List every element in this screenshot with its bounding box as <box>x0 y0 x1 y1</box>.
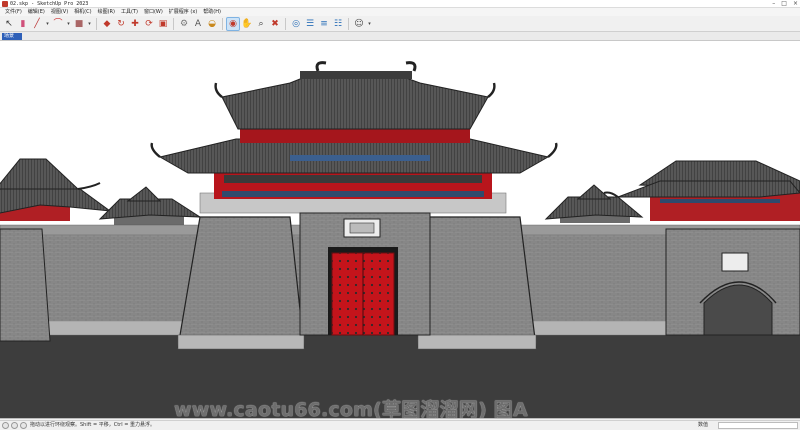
pencil-icon[interactable]: ╱ <box>31 18 43 30</box>
geo-location-icon[interactable] <box>2 422 9 429</box>
help-icon[interactable] <box>20 422 27 429</box>
sketchup-logo-icon <box>2 1 8 7</box>
text-icon[interactable]: A <box>192 18 204 30</box>
menu-draw[interactable]: 绘图(R) <box>95 8 118 16</box>
offset-icon[interactable]: ▣ <box>157 18 169 30</box>
close-icon[interactable]: × <box>793 0 798 8</box>
account-icon[interactable]: ☺ <box>353 18 365 30</box>
zoom-icon[interactable]: ⌕ <box>255 18 267 30</box>
menu-tools[interactable]: 工具(T) <box>118 8 141 16</box>
account-dropdown-icon[interactable]: ▾ <box>367 18 372 30</box>
title-bar: 02.skp - SketchUp Pro 2023 – □ × <box>0 0 800 8</box>
pencil-dropdown-icon[interactable]: ▾ <box>45 18 50 30</box>
left-corner-pavilion <box>0 158 112 221</box>
menu-edit[interactable]: 编辑(E) <box>25 8 48 16</box>
status-bar: 拖动以进行环绕观察。Shift = 平移，Ctrl = 重力悬浮。 数值 <box>0 420 800 430</box>
toolbar-separator <box>96 17 97 30</box>
watermark-text: www.caotu66.com(草图溜溜网) 图A <box>174 399 528 419</box>
rotate-icon[interactable]: ⟳ <box>143 18 155 30</box>
window-controls: – □ × <box>772 0 798 8</box>
sketchup-window: 02.skp - SketchUp Pro 2023 – □ × 文件(F) 编… <box>0 0 800 430</box>
toolbar-separator <box>285 17 286 30</box>
select-icon[interactable]: ↖ <box>3 18 15 30</box>
left-tower <box>98 186 202 225</box>
menu-help[interactable]: 帮助(H) <box>200 8 224 16</box>
tape-measure-icon[interactable]: ⚙ <box>178 18 190 30</box>
extension-manager-icon[interactable]: ☷ <box>332 18 344 30</box>
window-title: 02.skp - SketchUp Pro 2023 <box>10 1 89 7</box>
arc-icon[interactable]: ⌒ <box>52 18 64 30</box>
paint-bucket-icon[interactable]: ◒ <box>206 18 218 30</box>
left-end-bastion <box>0 228 51 342</box>
3d-warehouse-icon[interactable]: ◎ <box>290 18 302 30</box>
toolbar-separator <box>348 17 349 30</box>
menu-window[interactable]: 窗口(W) <box>141 8 166 16</box>
orbit-icon[interactable]: ◉ <box>226 16 240 31</box>
drawing-viewport[interactable]: www.caotu66.com(草图溜溜网) 图A <box>0 41 800 419</box>
main-toolbar: ↖ ▮ ╱ ▾ ⌒ ▾ ■ ▾ ◆ ↻ ✚ ⟳ ▣ ⚙ A ◒ ◉ ✋ ⌕ ✖ … <box>0 16 800 32</box>
layout-icon[interactable]: ≡ <box>318 18 330 30</box>
rectangle-icon[interactable]: ■ <box>73 18 85 30</box>
measurements-label: 数值 <box>698 422 709 428</box>
menu-camera[interactable]: 相机(C) <box>71 8 94 16</box>
palace-gate-model <box>0 61 800 418</box>
menu-view[interactable]: 视图(V) <box>48 8 71 16</box>
toolbar-separator <box>222 17 223 30</box>
zoom-extents-icon[interactable]: ✖ <box>269 18 281 30</box>
right-bastion <box>417 216 537 348</box>
push-pull-icon[interactable]: ◆ <box>101 18 113 30</box>
minimize-icon[interactable]: – <box>772 0 775 8</box>
menu-extensions[interactable]: 扩展程序 (x) <box>166 8 200 16</box>
status-icons <box>2 422 27 429</box>
extension-warehouse-icon[interactable]: ☰ <box>304 18 316 30</box>
credits-icon[interactable] <box>11 422 18 429</box>
rectangle-dropdown-icon[interactable]: ▾ <box>87 18 92 30</box>
maximize-icon[interactable]: □ <box>781 0 787 8</box>
right-side-arch <box>665 228 800 336</box>
left-bastion <box>177 216 305 348</box>
toolbar-separator <box>173 17 174 30</box>
follow-me-icon[interactable]: ↻ <box>115 18 127 30</box>
move-icon[interactable]: ✚ <box>129 18 141 30</box>
gate-center <box>299 212 431 336</box>
menu-file[interactable]: 文件(F) <box>2 8 25 16</box>
scene-tab[interactable]: 场景 <box>2 33 22 40</box>
pan-icon[interactable]: ✋ <box>241 18 253 30</box>
measurements-input[interactable] <box>718 422 798 429</box>
eraser-icon[interactable]: ▮ <box>17 18 29 30</box>
scene-tab-bar: 场景 <box>0 32 800 41</box>
status-hint: 拖动以进行环绕观察。Shift = 平移，Ctrl = 重力悬浮。 <box>30 422 155 428</box>
right-tower <box>544 184 644 223</box>
menu-bar: 文件(F) 编辑(E) 视图(V) 相机(C) 绘图(R) 工具(T) 窗口(W… <box>0 8 800 16</box>
main-hall <box>150 61 558 214</box>
arc-dropdown-icon[interactable]: ▾ <box>66 18 71 30</box>
